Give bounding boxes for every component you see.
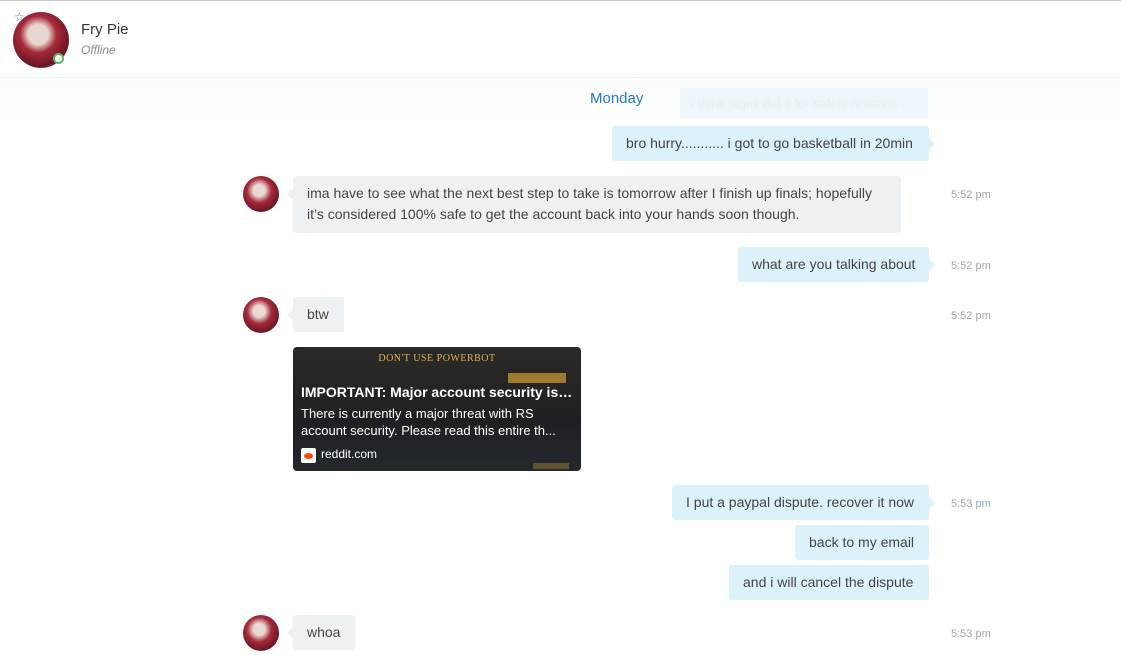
message-timestamp: 5:52 pm xyxy=(951,189,991,201)
message-text: whoa xyxy=(307,624,341,640)
message-timestamp: 5:52 pm xyxy=(951,310,991,322)
message-text: bro hurry........... i got to go basketb… xyxy=(626,135,913,151)
sender-avatar[interactable] xyxy=(243,297,279,333)
message-timestamp: 5:53 pm xyxy=(951,628,991,640)
status-dot-icon xyxy=(53,53,64,64)
outgoing-message[interactable]: back to my email xyxy=(795,525,929,560)
faded-message: i think jagex did it for safety reasons xyxy=(680,88,928,118)
message-timestamp: 5:53 pm xyxy=(951,498,991,510)
sender-avatar[interactable] xyxy=(243,615,279,651)
incoming-message[interactable]: btw xyxy=(287,297,344,332)
link-preview-card[interactable]: DON'T USE POWERBOT IMPORTANT: Major acco… xyxy=(293,347,581,471)
outgoing-message[interactable]: what are you talking about xyxy=(738,247,935,282)
day-separator-band xyxy=(0,80,1121,118)
message-text: btw xyxy=(307,306,329,322)
message-text: I put a paypal dispute. recover it now xyxy=(686,494,915,510)
link-preview-decoration xyxy=(508,373,566,383)
link-preview-banner: DON'T USE POWERBOT xyxy=(378,353,496,364)
message-text-line: it’s considered 100% safe to get the acc… xyxy=(307,206,800,222)
outgoing-message[interactable]: I put a paypal dispute. recover it now xyxy=(672,485,935,520)
message-text: what are you talking about xyxy=(752,256,916,272)
incoming-message[interactable]: ima have to see what the next best step … xyxy=(287,176,901,233)
contact-name[interactable]: Fry Pie xyxy=(81,21,129,38)
message-text: and i will cancel the dispute xyxy=(743,574,914,590)
outgoing-message[interactable]: bro hurry........... i got to go basketb… xyxy=(612,126,935,161)
star-icon[interactable]: ☆ xyxy=(14,11,25,23)
message-text-line: ima have to see what the next best step … xyxy=(307,185,872,201)
link-preview-decoration xyxy=(533,463,569,469)
conversation-header: ☆ Fry Pie Offline xyxy=(0,1,1121,78)
sender-avatar[interactable] xyxy=(243,176,279,212)
link-preview-title[interactable]: IMPORTANT: Major account security iss... xyxy=(301,384,575,400)
link-preview-domain[interactable]: reddit.com xyxy=(321,447,377,461)
reddit-icon xyxy=(301,448,316,463)
incoming-message[interactable]: whoa xyxy=(287,615,355,650)
message-timestamp: 5:52 pm xyxy=(951,260,991,272)
outgoing-message[interactable]: and i will cancel the dispute xyxy=(729,565,929,600)
message-text: back to my email xyxy=(809,534,915,550)
link-preview-description-line: There is currently a major threat with R… xyxy=(301,406,534,421)
link-preview-description-line: account security. Please read this entir… xyxy=(301,423,556,438)
link-preview-description: There is currently a major threat with R… xyxy=(301,405,577,439)
day-separator: Monday xyxy=(590,90,644,107)
contact-status: Offline xyxy=(81,43,116,57)
